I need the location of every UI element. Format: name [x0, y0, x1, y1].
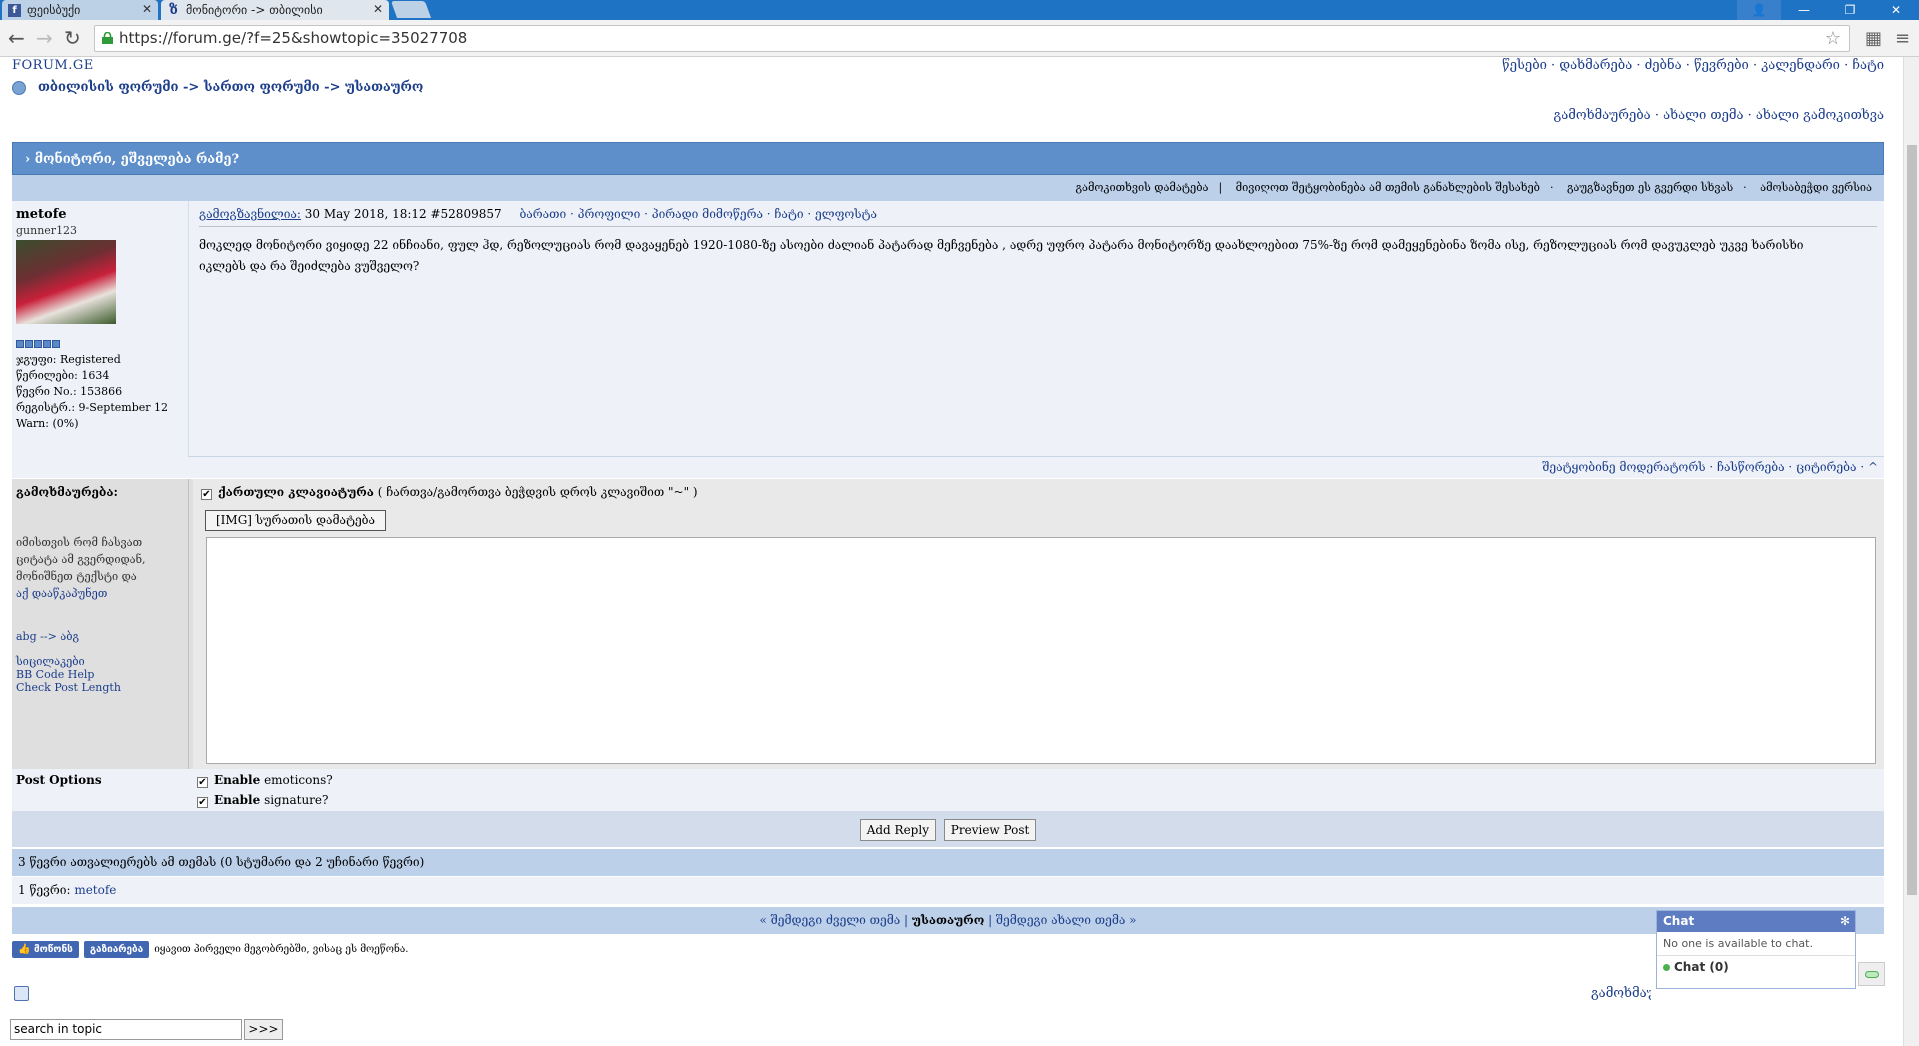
- chat-toggle-icon[interactable]: [1858, 962, 1885, 986]
- chat-popup: Chat ✻ No one is available to chat. Chat…: [1656, 910, 1856, 989]
- add-poll-link[interactable]: გამოკითხვის დამატება: [1076, 181, 1209, 194]
- breadcrumb-text[interactable]: თბილისის ფორუმი -> სართო ფორუმი -> უსათა…: [38, 80, 423, 95]
- post-header: გამოგზავნილია: 30 May 2018, 18:12 #52809…: [199, 207, 1877, 227]
- facebook-like-row: 👍 მოწონს გაზიარება იყავით პირველი მეგობრ…: [12, 941, 408, 958]
- facebook-icon: f: [8, 3, 21, 17]
- forum-b-icon: ზ: [169, 2, 178, 18]
- user-info: ჯგუფი: Registered წერილები: 1634 წევრი N…: [16, 353, 169, 430]
- page-content: FORUM.GE წესები · დახმარება · ძებნა · წე…: [0, 57, 1903, 1046]
- post-user-links[interactable]: ბარათი · პროფილი · პირადი მიმოწერა · ჩატ…: [519, 207, 877, 221]
- notify-link[interactable]: მივიღოთ შეტყობინება ამ თემის განახლების …: [1236, 181, 1540, 194]
- enable-signature-option[interactable]: ✔ Enable signature?: [197, 793, 328, 808]
- close-tab-icon[interactable]: ✕: [373, 2, 383, 16]
- signature-checkbox[interactable]: ✔: [197, 797, 208, 808]
- next-topic-link[interactable]: შემდეგი ახალი თემა »: [996, 913, 1137, 927]
- browser-tab-facebook[interactable]: f ფეისბუქი ✕: [2, 0, 158, 20]
- search-input[interactable]: search in topic: [10, 1019, 242, 1040]
- quote-hint: იმისთვის რომ ჩასვათ ციტატა ამ გვერდიდან,…: [16, 536, 146, 600]
- reload-icon[interactable]: ↻: [64, 28, 81, 48]
- post-number[interactable]: #52809857: [430, 207, 501, 221]
- bookmark-star-icon[interactable]: ☆: [1825, 26, 1841, 51]
- preview-post-button[interactable]: Preview Post: [943, 819, 1037, 841]
- scrollbar-thumb[interactable]: [1907, 145, 1917, 895]
- print-icon[interactable]: [14, 986, 29, 1001]
- add-reply-button[interactable]: Add Reply: [859, 819, 936, 841]
- check-length-link[interactable]: Check Post Length: [16, 681, 184, 694]
- posted-label: გამოგზავნილია:: [199, 207, 301, 221]
- site-logo[interactable]: FORUM.GE: [12, 58, 94, 73]
- search-go-button[interactable]: >>>: [244, 1019, 283, 1040]
- browser-toolbar: ← → ↻ https://forum.ge/?f=25&showtopic=3…: [0, 20, 1919, 57]
- chat-count[interactable]: Chat (0): [1657, 956, 1855, 978]
- submit-row: Add Reply Preview Post: [12, 811, 1884, 847]
- keyboard-checkbox[interactable]: ✔: [201, 489, 212, 500]
- smilies-link[interactable]: სიცილაკები: [16, 655, 184, 668]
- post-date: 30 May 2018, 18:12: [304, 207, 427, 221]
- post-options: Post Options ✔ Enable emoticons? ✔ Enable …: [12, 769, 1884, 811]
- browser-tab-strip: f ფეისბუქი ✕ ზ მონიტორი -> თბილისი ✕ 👤 —…: [0, 0, 1919, 20]
- minimize-button[interactable]: —: [1781, 0, 1827, 20]
- chat-header[interactable]: Chat ✻: [1657, 911, 1855, 932]
- topic-readers-list: 1 წევრი: metofe: [12, 877, 1884, 904]
- enable-emoticons-option[interactable]: ✔ Enable emoticons?: [197, 773, 333, 788]
- forum-nav-icon: [12, 80, 26, 95]
- topic-actions-top[interactable]: გამოხმაურება · ახალი თემა · ახალი გამოკი…: [1554, 108, 1884, 123]
- close-tab-icon[interactable]: ✕: [142, 2, 152, 16]
- facebook-like-button[interactable]: 👍 მოწონს: [12, 941, 79, 958]
- bb-code-help-link[interactable]: BB Code Help: [16, 668, 184, 681]
- online-dot-icon: [1663, 964, 1670, 971]
- page-scrollbar[interactable]: [1903, 57, 1919, 1046]
- address-bar[interactable]: https://forum.ge/?f=25&showtopic=3502770…: [94, 25, 1850, 52]
- translit-link[interactable]: abg --> აბგ: [16, 630, 184, 643]
- reader-member-link[interactable]: metofe: [74, 883, 116, 897]
- profile-icon[interactable]: 👤: [1737, 0, 1781, 20]
- breadcrumb: თბილისის ფორუმი -> სართო ფორუმი -> უსათა…: [12, 80, 423, 95]
- post-content: გამოგზავნილია: 30 May 2018, 18:12 #52809…: [193, 201, 1883, 457]
- topic-title: › მონიტორი, ეშველება რამე?: [12, 142, 1884, 175]
- facebook-like-text: იყავით პირველი მეგობრებში, ვისაც ეს მოეწ…: [154, 944, 409, 955]
- reply-sidebar: გამოხმაურება: იმისთვის რომ ჩასვათ ციტატა…: [12, 479, 189, 769]
- post-username[interactable]: metofe: [16, 207, 184, 222]
- lock-icon: [102, 32, 113, 44]
- post-author-panel: metofe gunner123 ჯგუფი: Registered წერილ…: [12, 201, 189, 457]
- post: metofe gunner123 ჯგუფი: Registered წერილ…: [12, 201, 1884, 457]
- chat-empty-message: No one is available to chat.: [1657, 932, 1855, 956]
- add-image-button[interactable]: [IMG] სურათის დამატება: [205, 510, 387, 531]
- gear-icon[interactable]: ✻: [1840, 911, 1850, 932]
- new-tab-button[interactable]: [390, 1, 432, 18]
- topic-navigation: « შემდეგი ძველი თემა | უსათაურო | შემდეგ…: [12, 907, 1884, 934]
- rank-pips: [16, 340, 184, 348]
- close-window-button[interactable]: ✕: [1873, 0, 1919, 20]
- extension-icon[interactable]: ▦: [1865, 28, 1882, 49]
- top-navigation[interactable]: წესები · დახმარება · ძებნა · წევრები · კ…: [1502, 58, 1884, 73]
- browser-tab-forum[interactable]: ზ მონიტორი -> თბილისი ✕: [161, 0, 389, 20]
- url-text: https://forum.ge/?f=25&showtopic=3502770…: [119, 29, 468, 47]
- post-options-label: Post Options: [16, 773, 102, 787]
- quick-reply: გამოხმაურება: იმისთვის რომ ჩასვათ ციტატა…: [12, 479, 1884, 769]
- georgian-keyboard-toggle[interactable]: ✔ ქართული კლავიატურა ( ჩართვა/გამორთვა ბე…: [201, 485, 698, 500]
- tab-title: მონიტორი -> თბილისი: [186, 3, 323, 17]
- send-page-link[interactable]: გაუგზავნეთ ეს გვერდი სხვას: [1567, 181, 1733, 194]
- menu-icon[interactable]: ≡: [1895, 28, 1910, 49]
- forward-icon[interactable]: →: [36, 28, 53, 48]
- quote-link[interactable]: აქ დააწკაპუნეთ: [16, 587, 107, 600]
- facebook-share-button[interactable]: გაზიარება: [83, 941, 150, 958]
- back-icon[interactable]: ←: [8, 28, 25, 48]
- print-version-link[interactable]: ამოსაბეჭდი ვერსია: [1760, 181, 1872, 194]
- reply-editor: ✔ ქართული კლავიატურა ( ჩართვა/გამორთვა ბე…: [193, 479, 1884, 769]
- topic-options-bar: გამოკითხვის დამატება | მივიღოთ შეტყობინებ…: [12, 175, 1884, 201]
- topic-readers-summary: 3 წევრი ათვალიერებს ამ თემას (0 სტუმარი …: [12, 849, 1884, 876]
- emoticons-checkbox[interactable]: ✔: [197, 777, 208, 788]
- reply-textarea[interactable]: [206, 537, 1876, 764]
- tab-title: ფეისბუქი: [27, 3, 81, 17]
- post-body: მოკლედ მონიტორი ვიყიდე 22 ინჩიანი, ფულ ჰ…: [199, 238, 1804, 273]
- restore-button[interactable]: ❐: [1827, 0, 1873, 20]
- user-title: gunner123: [16, 224, 78, 237]
- topic-actions-bottom[interactable]: გამოხმაურება: [1591, 986, 1651, 1001]
- post-footer-links[interactable]: შეატყობინე მოდერატორს · ჩასწორება · ციტი…: [12, 457, 1884, 478]
- previous-topic-link[interactable]: « შემდეგი ძველი თემა: [759, 913, 900, 927]
- current-forum-link[interactable]: უსათაურო: [912, 913, 984, 927]
- avatar: [16, 240, 116, 324]
- reply-label: გამოხმაურება:: [16, 485, 118, 499]
